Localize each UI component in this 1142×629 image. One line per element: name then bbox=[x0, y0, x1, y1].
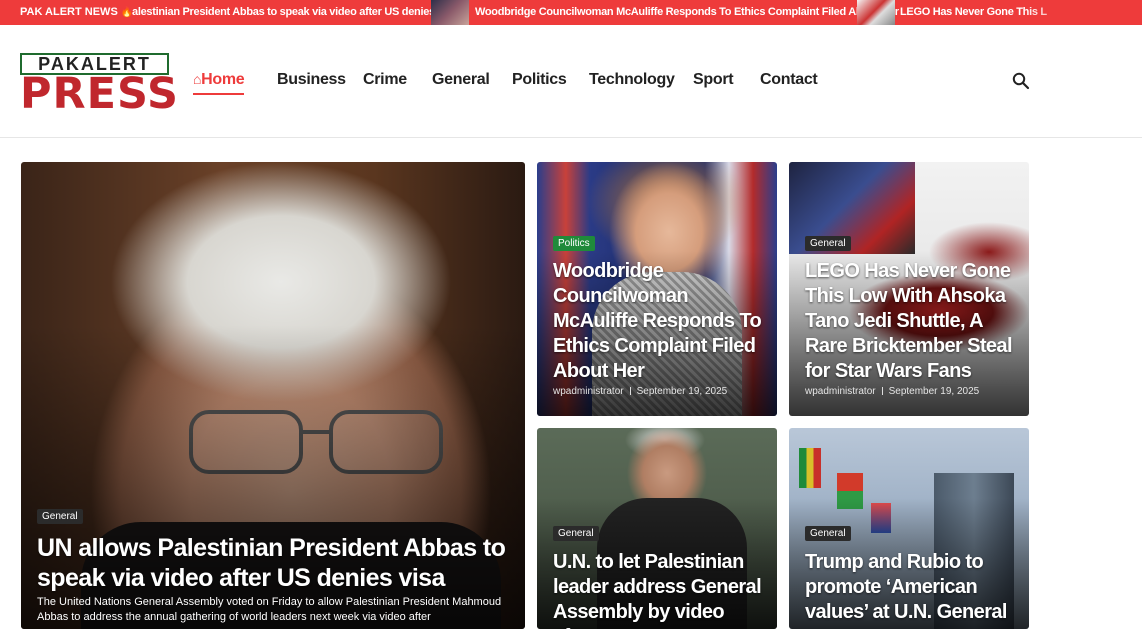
nav-item-home[interactable]: ⌂Home bbox=[193, 71, 245, 95]
category-badge[interactable]: General bbox=[553, 526, 599, 541]
ticker-label: PAK ALERT NEWS 🔥 bbox=[0, 0, 133, 25]
featured-title[interactable]: UN allows Palestinian President Abbas to… bbox=[37, 533, 507, 593]
category-badge[interactable]: General bbox=[37, 509, 83, 524]
article-meta: wpadministrator September 19, 2025 bbox=[805, 386, 979, 397]
article-card-trump-rubio[interactable]: General Trump and Rubio to promote ‘Amer… bbox=[789, 428, 1029, 629]
article-title[interactable]: Woodbridge Councilwoman McAuliffe Respon… bbox=[553, 259, 768, 384]
publish-date: September 19, 2025 bbox=[636, 386, 728, 397]
article-card-lego[interactable]: General LEGO Has Never Gone This Low Wit… bbox=[789, 162, 1029, 416]
nav-item-politics[interactable]: Politics bbox=[512, 71, 567, 89]
article-card-woodbridge[interactable]: Politics Woodbridge Councilwoman McAulif… bbox=[537, 162, 777, 416]
article-card-un-abbas[interactable]: General U.N. to let Palestinian leader a… bbox=[537, 428, 777, 629]
article-title[interactable]: Trump and Rubio to promote ‘American val… bbox=[805, 550, 1020, 625]
author-name[interactable]: wpadministrator bbox=[805, 386, 876, 397]
nav-item-general[interactable]: General bbox=[432, 71, 490, 89]
article-title[interactable]: LEGO Has Never Gone This Low With Ahsoka… bbox=[805, 259, 1020, 384]
nav-item-crime[interactable]: Crime bbox=[363, 71, 407, 89]
home-icon: ⌂ bbox=[193, 71, 202, 87]
ticker-item-woodbridge[interactable]: Woodbridge Councilwoman McAuliffe Respon… bbox=[475, 0, 899, 25]
nav-item-business[interactable]: Business bbox=[277, 71, 346, 89]
ticker-thumbnail[interactable] bbox=[431, 0, 469, 25]
site-logo[interactable]: PAKALERT PRESS bbox=[20, 53, 180, 119]
logo-bottom-text: PRESS bbox=[20, 69, 180, 119]
article-title[interactable]: U.N. to let Palestinian leader address G… bbox=[553, 550, 768, 629]
category-badge[interactable]: General bbox=[805, 236, 851, 251]
featured-excerpt: The United Nations General Assembly vote… bbox=[37, 596, 502, 623]
meta-divider bbox=[629, 387, 631, 395]
category-badge[interactable]: Politics bbox=[553, 236, 595, 251]
article-meta: wpadministrator September 19, 2025 bbox=[553, 386, 727, 397]
ticker-thumbnail[interactable] bbox=[857, 0, 895, 25]
author-name[interactable]: wpadministrator bbox=[553, 386, 624, 397]
flag-shape bbox=[799, 448, 821, 488]
publish-date: September 19, 2025 bbox=[888, 386, 980, 397]
search-icon[interactable] bbox=[1012, 72, 1030, 90]
nav-item-sport[interactable]: Sport bbox=[693, 71, 734, 89]
ticker-item-abbas[interactable]: alestinian President Abbas to speak via … bbox=[132, 0, 458, 25]
nav-item-contact[interactable]: Contact bbox=[760, 71, 818, 89]
ticker-fade bbox=[1022, 0, 1142, 25]
site-header: PAKALERT PRESS ⌂Home Business Crime Gene… bbox=[0, 25, 1142, 138]
breaking-news-ticker: PAK ALERT NEWS 🔥 alestinian President Abb… bbox=[0, 0, 1142, 25]
nav-item-technology[interactable]: Technology bbox=[589, 71, 675, 89]
category-badge[interactable]: General bbox=[805, 526, 851, 541]
featured-article-card[interactable]: General UN allows Palestinian President … bbox=[21, 162, 525, 629]
meta-divider bbox=[881, 387, 883, 395]
flame-icon: 🔥 bbox=[120, 7, 134, 18]
